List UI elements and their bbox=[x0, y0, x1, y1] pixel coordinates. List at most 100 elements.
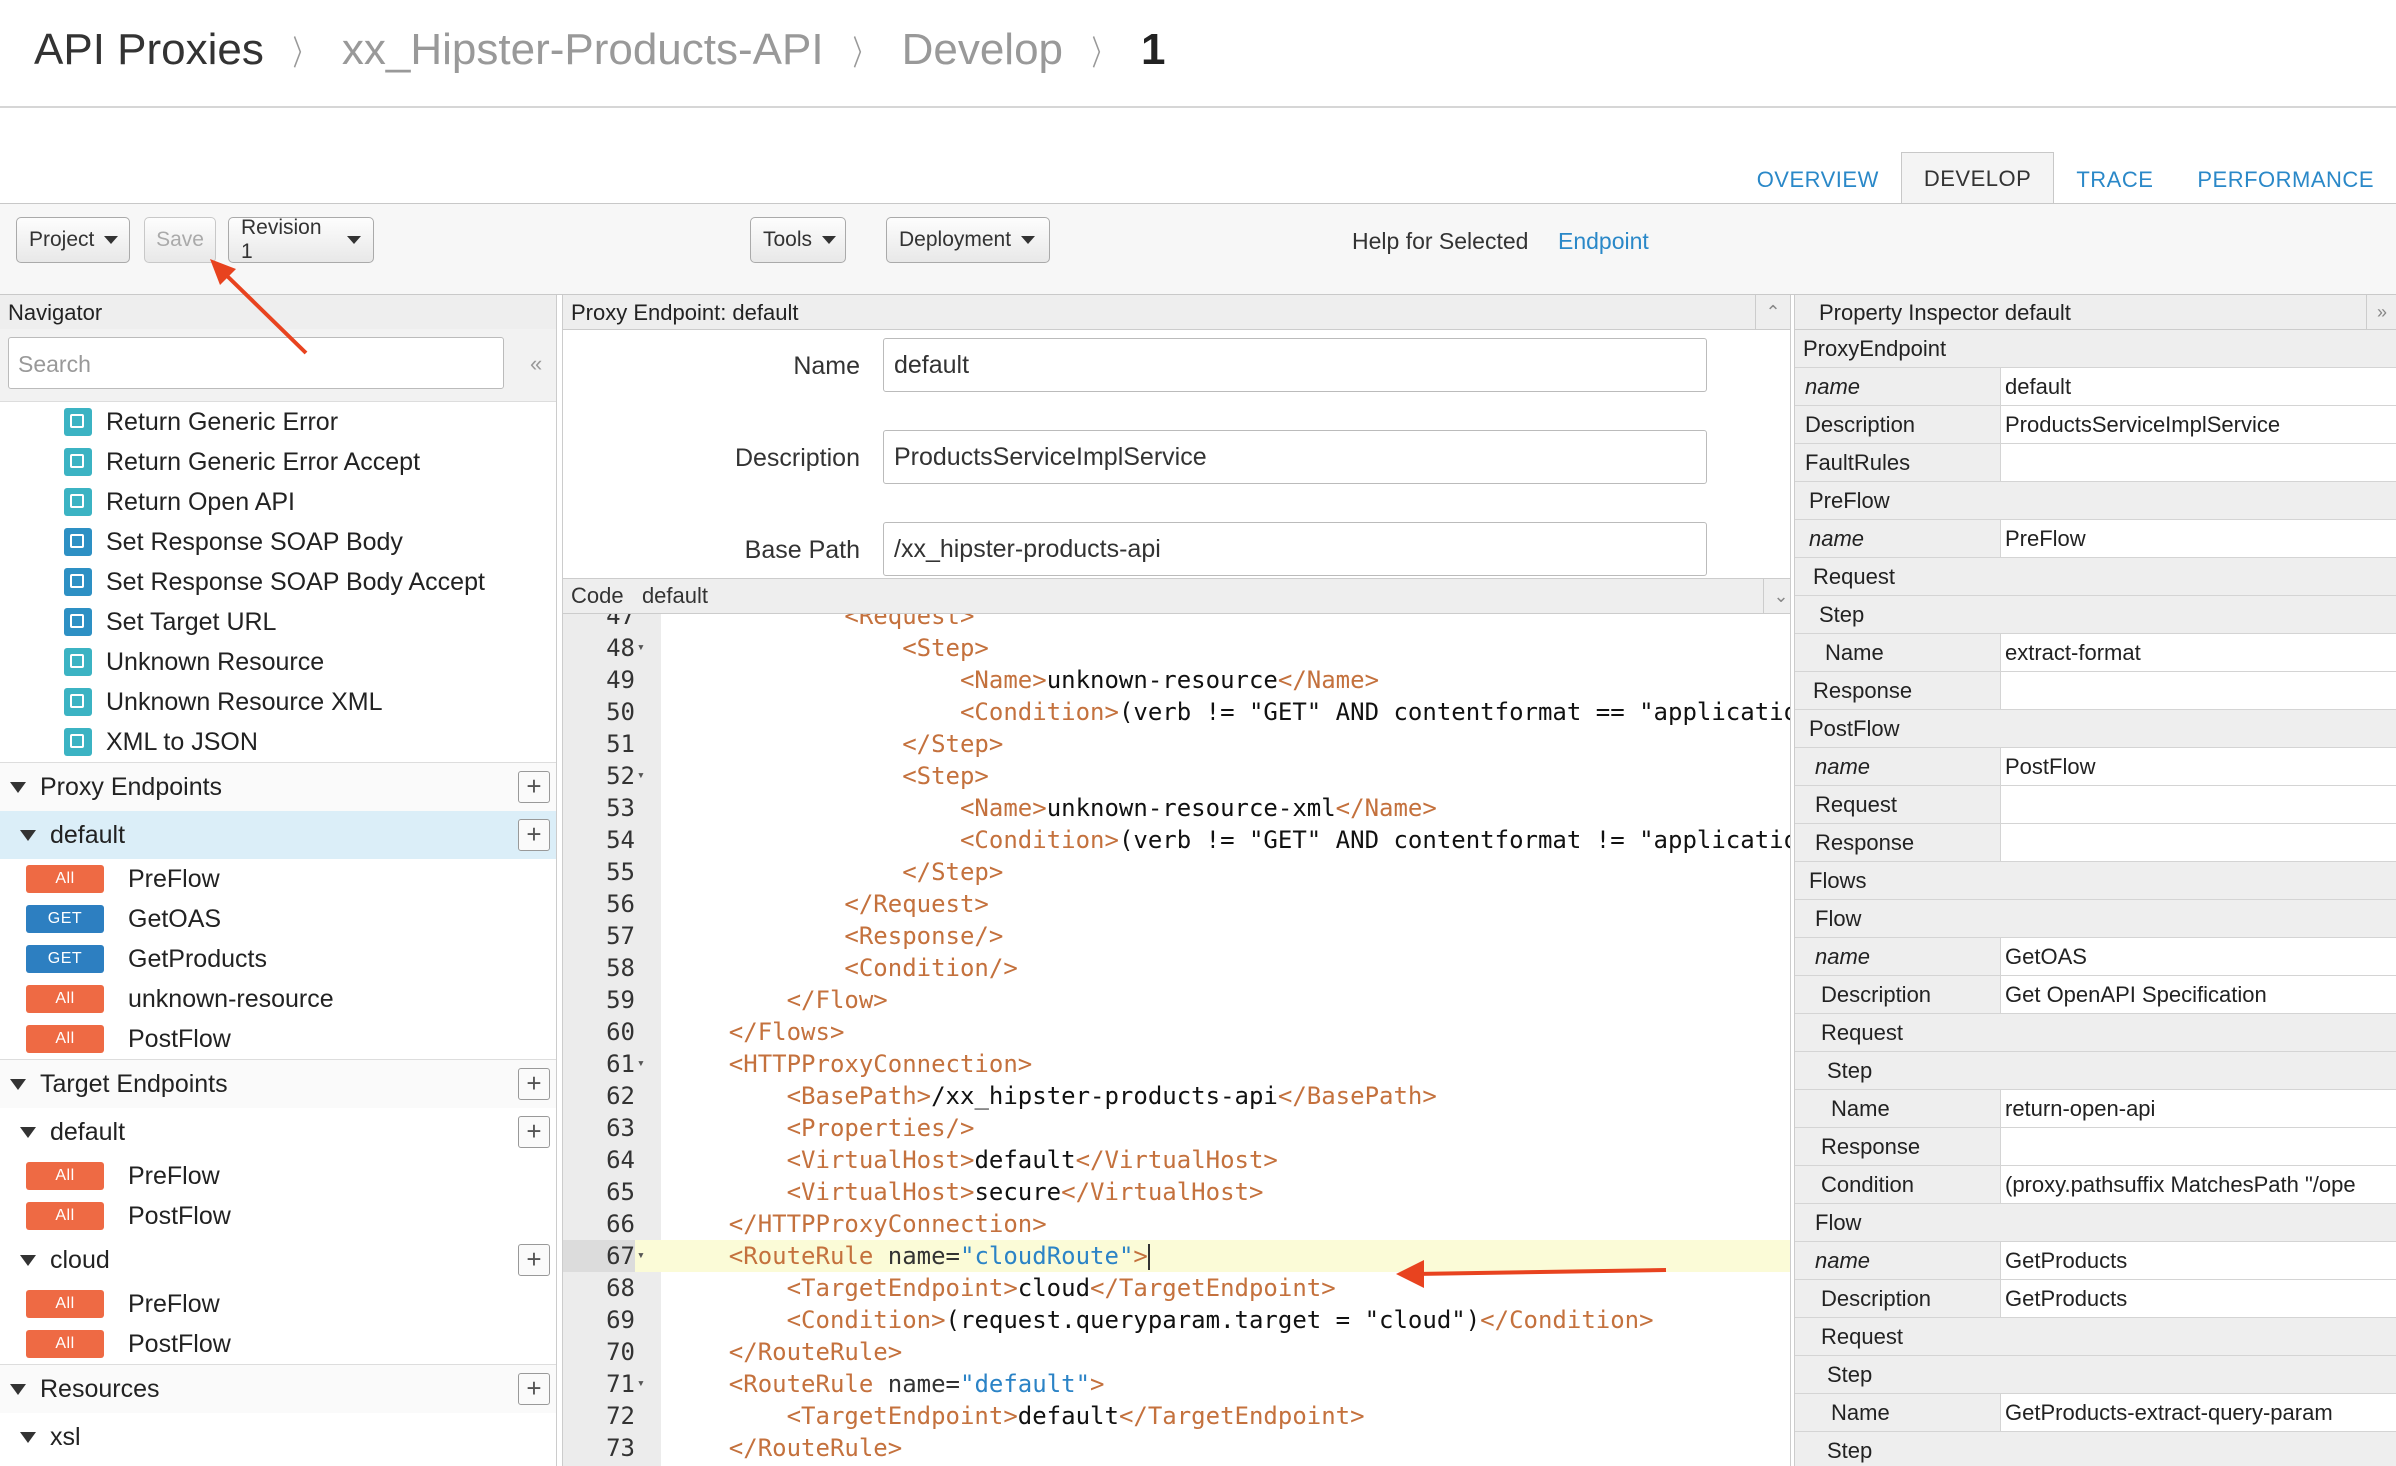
code-line[interactable]: 65 <VirtualHost>secure</VirtualHost> bbox=[563, 1176, 1790, 1208]
flow-item[interactable]: GET GetOAS bbox=[0, 899, 556, 939]
property-row[interactable]: Step bbox=[1795, 1356, 2396, 1394]
breadcrumb-proxy-name[interactable]: xx_Hipster-Products-API bbox=[342, 25, 824, 75]
property-row[interactable]: Name GetProducts-extract-query-param bbox=[1795, 1394, 2396, 1432]
add-icon[interactable]: + bbox=[518, 1373, 550, 1405]
resources-section[interactable]: Resources + bbox=[0, 1364, 556, 1413]
code-line[interactable]: 53 <Name>unknown-resource-xml</Name> bbox=[563, 792, 1790, 824]
navigator-search-input[interactable]: Search bbox=[8, 337, 504, 389]
code-line[interactable]: 51 </Step> bbox=[563, 728, 1790, 760]
tab-overview[interactable]: OVERVIEW bbox=[1735, 156, 1901, 204]
tab-trace[interactable]: TRACE bbox=[2054, 156, 2175, 204]
expand-triangle-icon[interactable] bbox=[20, 1431, 36, 1443]
property-row[interactable]: Name return-open-api bbox=[1795, 1090, 2396, 1128]
property-row[interactable]: Response bbox=[1795, 1128, 2396, 1166]
flow-item[interactable]: All PreFlow bbox=[0, 859, 556, 899]
policy-item[interactable]: Unknown Resource bbox=[0, 642, 556, 682]
property-value[interactable]: extract-format bbox=[2001, 634, 2396, 671]
property-row[interactable]: name PreFlow bbox=[1795, 520, 2396, 558]
name-field[interactable]: default bbox=[883, 338, 1707, 392]
property-value[interactable]: ProductsServiceImplService bbox=[2001, 406, 2396, 443]
code-line[interactable]: 58 <Condition/> bbox=[563, 952, 1790, 984]
code-line[interactable]: 57 <Response/> bbox=[563, 920, 1790, 952]
code-line[interactable]: 72 <TargetEndpoint>default</TargetEndpoi… bbox=[563, 1400, 1790, 1432]
property-row[interactable]: PostFlow bbox=[1795, 710, 2396, 748]
collapse-right-icon[interactable]: » bbox=[2366, 295, 2396, 329]
tools-menu-button[interactable]: Tools bbox=[750, 217, 846, 263]
property-value[interactable]: (proxy.pathsuffix MatchesPath "/ope bbox=[2001, 1166, 2396, 1203]
property-value[interactable] bbox=[2001, 444, 2396, 481]
property-value[interactable]: GetOAS bbox=[2001, 938, 2396, 975]
resources-xsl[interactable]: xsl bbox=[0, 1413, 556, 1461]
code-line[interactable]: 63 <Properties/> bbox=[563, 1112, 1790, 1144]
policy-item[interactable]: Return Generic Error bbox=[0, 402, 556, 442]
property-row[interactable]: Response bbox=[1795, 672, 2396, 710]
flow-item[interactable]: All PostFlow bbox=[0, 1019, 556, 1059]
fold-caret-icon[interactable]: ▾ bbox=[637, 760, 645, 792]
code-line[interactable]: 54 <Condition>(verb != "GET" AND content… bbox=[563, 824, 1790, 856]
expand-triangle-icon[interactable] bbox=[10, 1078, 26, 1090]
property-row[interactable]: Step bbox=[1795, 1432, 2396, 1466]
fold-caret-icon[interactable]: ▾ bbox=[637, 1368, 645, 1400]
property-value[interactable]: PreFlow bbox=[2001, 520, 2396, 557]
code-line[interactable]: 73 </RouteRule> bbox=[563, 1432, 1790, 1464]
property-value[interactable] bbox=[2001, 1128, 2396, 1165]
code-line[interactable]: 60 </Flows> bbox=[563, 1016, 1790, 1048]
property-row[interactable]: PreFlow bbox=[1795, 482, 2396, 520]
property-row[interactable]: name PostFlow bbox=[1795, 748, 2396, 786]
description-field[interactable]: ProductsServiceImplService bbox=[883, 430, 1707, 484]
property-row[interactable]: Flows bbox=[1795, 862, 2396, 900]
fold-caret-icon[interactable]: ▾ bbox=[637, 632, 645, 664]
property-value[interactable]: PostFlow bbox=[2001, 748, 2396, 785]
property-value[interactable] bbox=[2001, 786, 2396, 823]
collapse-left-icon[interactable]: « bbox=[530, 351, 542, 377]
code-line[interactable]: 61 ▾ <HTTPProxyConnection> bbox=[563, 1048, 1790, 1080]
code-line[interactable]: 66 </HTTPProxyConnection> bbox=[563, 1208, 1790, 1240]
property-value[interactable] bbox=[2001, 824, 2396, 861]
fold-caret-icon[interactable]: ▾ bbox=[637, 1240, 645, 1272]
code-line[interactable]: 68 <TargetEndpoint>cloud</TargetEndpoint… bbox=[563, 1272, 1790, 1304]
save-button[interactable]: Save bbox=[144, 217, 216, 263]
proxy-endpoint-default[interactable]: default + bbox=[0, 811, 556, 859]
tab-performance[interactable]: PERFORMANCE bbox=[2175, 156, 2396, 204]
help-endpoint-link[interactable]: Endpoint bbox=[1558, 228, 1649, 255]
proxy-endpoints-section[interactable]: Proxy Endpoints + bbox=[0, 762, 556, 811]
flow-item[interactable]: All unknown-resource bbox=[0, 979, 556, 1019]
project-menu-button[interactable]: Project bbox=[16, 217, 130, 263]
property-row[interactable]: FaultRules bbox=[1795, 444, 2396, 482]
expand-triangle-icon[interactable] bbox=[10, 781, 26, 793]
policy-item[interactable]: XML to JSON bbox=[0, 722, 556, 762]
flow-item[interactable]: All PreFlow bbox=[0, 1156, 556, 1196]
policy-item[interactable]: Set Response SOAP Body bbox=[0, 522, 556, 562]
code-line[interactable]: 70 </RouteRule> bbox=[563, 1336, 1790, 1368]
flow-item[interactable]: All PostFlow bbox=[0, 1196, 556, 1236]
property-row[interactable]: name GetProducts bbox=[1795, 1242, 2396, 1280]
add-icon[interactable]: + bbox=[518, 1116, 550, 1148]
property-row[interactable]: Flow bbox=[1795, 1204, 2396, 1242]
policy-item[interactable]: Set Target URL bbox=[0, 602, 556, 642]
flow-item[interactable]: All PreFlow bbox=[0, 1284, 556, 1324]
fold-caret-icon[interactable]: ▾ bbox=[637, 1048, 645, 1080]
property-row[interactable]: name default bbox=[1795, 368, 2396, 406]
code-line[interactable]: 59 </Flow> bbox=[563, 984, 1790, 1016]
code-editor[interactable]: 47 <Request> 48 ▾ <Step> 49 <Name>unknown-r… bbox=[563, 614, 1790, 1466]
property-value[interactable]: return-open-api bbox=[2001, 1090, 2396, 1127]
expand-triangle-icon[interactable] bbox=[20, 829, 36, 841]
property-row[interactable]: Description GetProducts bbox=[1795, 1280, 2396, 1318]
property-row[interactable]: Request bbox=[1795, 1014, 2396, 1052]
collapse-down-icon[interactable]: ⌄ bbox=[1763, 579, 1790, 613]
property-row[interactable]: Response bbox=[1795, 824, 2396, 862]
collapse-up-icon[interactable]: ⌃ bbox=[1755, 295, 1790, 329]
property-value[interactable] bbox=[2001, 672, 2396, 709]
code-line[interactable]: 47 <Request> bbox=[563, 614, 1790, 632]
property-value[interactable]: GetProducts bbox=[2001, 1280, 2396, 1317]
code-line[interactable]: 69 <Condition>(request.queryparam.target… bbox=[563, 1304, 1790, 1336]
code-line[interactable]: 64 <VirtualHost>default</VirtualHost> bbox=[563, 1144, 1790, 1176]
add-icon[interactable]: + bbox=[518, 1068, 550, 1100]
code-line[interactable]: 49 <Name>unknown-resource</Name> bbox=[563, 664, 1790, 696]
property-row[interactable]: ProxyEndpoint bbox=[1795, 330, 2396, 368]
property-row[interactable]: Description Get OpenAPI Specification bbox=[1795, 976, 2396, 1014]
property-row[interactable]: name GetOAS bbox=[1795, 938, 2396, 976]
flow-item[interactable]: GET GetProducts bbox=[0, 939, 556, 979]
policy-item[interactable]: Return Generic Error Accept bbox=[0, 442, 556, 482]
property-value[interactable]: GetProducts bbox=[2001, 1242, 2396, 1279]
